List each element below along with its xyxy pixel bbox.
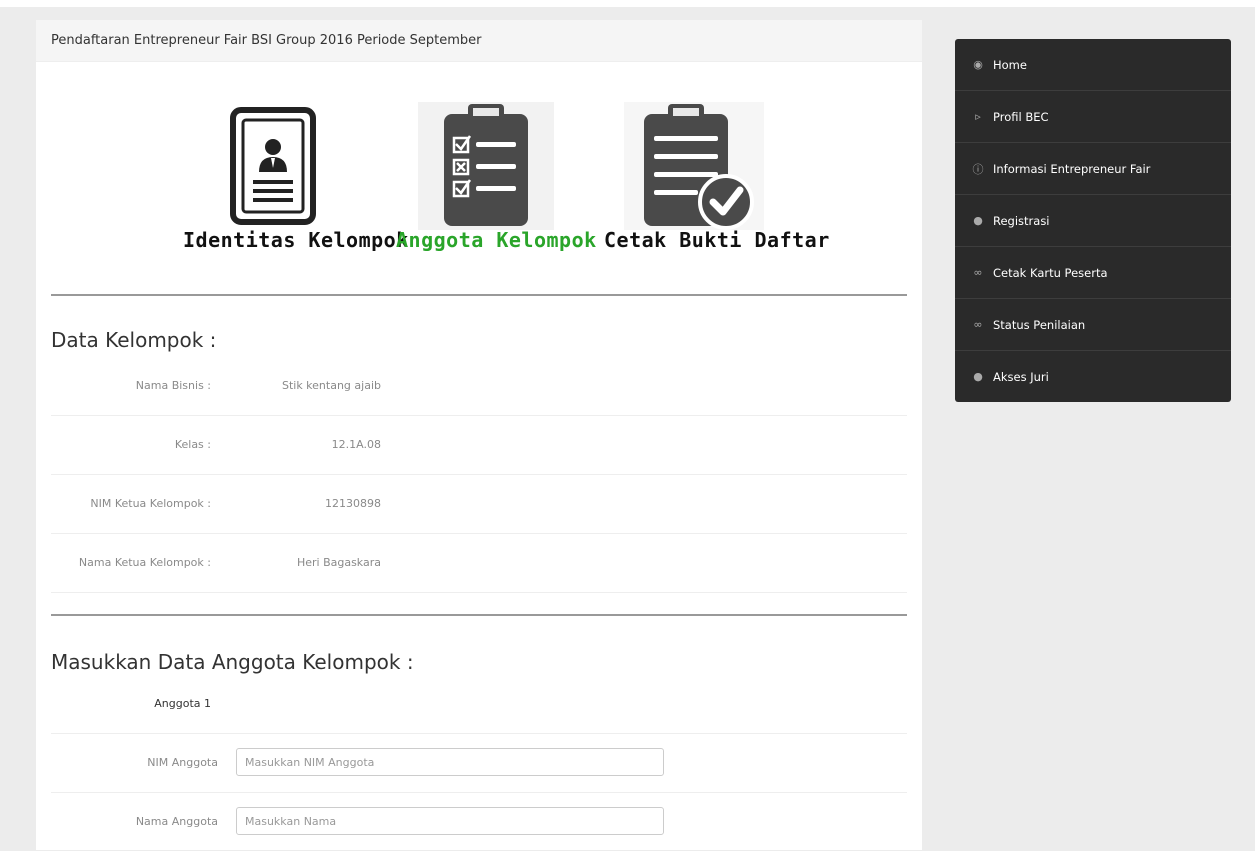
data-row-value: Stik kentang ajaib bbox=[281, 379, 381, 392]
sidebar-item-cetak-kartu[interactable]: ∞ Cetak Kartu Peserta bbox=[955, 247, 1231, 299]
data-kelompok-title: Data Kelompok : bbox=[51, 328, 217, 352]
step-label-anggota: Anggota Kelompok bbox=[396, 228, 597, 252]
nama-anggota-row: Nama Anggota bbox=[51, 792, 907, 851]
data-row-label: Kelas : bbox=[174, 438, 211, 451]
data-row: Nama Bisnis : Stik kentang ajaib bbox=[51, 357, 907, 416]
id-card-icon bbox=[230, 107, 316, 225]
nama-anggota-input[interactable] bbox=[236, 807, 664, 835]
sidebar-item-label: Home bbox=[993, 57, 1027, 72]
sidebar-item-label: Akses Juri bbox=[993, 369, 1049, 384]
step-identitas[interactable]: Identitas Kelompok bbox=[183, 102, 409, 252]
anggota-section-title: Masukkan Data Anggota Kelompok : bbox=[51, 650, 414, 674]
checklist-icon bbox=[418, 102, 554, 230]
sidebar-item-label: Registrasi bbox=[993, 213, 1050, 228]
nim-anggota-label: NIM Anggota bbox=[147, 756, 218, 769]
data-row-value: 12130898 bbox=[325, 497, 381, 510]
sidebar-item-label: Profil BEC bbox=[993, 109, 1049, 124]
sidebar-item-home[interactable]: ◉ Home bbox=[955, 39, 1231, 91]
nim-anggota-row: NIM Anggota bbox=[51, 733, 907, 792]
bullhorn-icon: ▹ bbox=[975, 110, 981, 123]
sidebar-nav: ◉ Home ▹ Profil BEC ⓘ Informasi Entrepre… bbox=[955, 39, 1231, 402]
step-cetak[interactable]: Cetak Bukti Daftar bbox=[604, 102, 830, 252]
sidebar-item-akses-juri[interactable]: ● Akses Juri bbox=[955, 351, 1231, 402]
data-row-value: 12.1A.08 bbox=[331, 438, 381, 451]
dashboard-icon: ◉ bbox=[973, 58, 983, 71]
panel-title: Pendaftaran Entrepreneur Fair BSI Group … bbox=[36, 20, 922, 62]
data-row-label: Nama Bisnis : bbox=[135, 379, 211, 392]
registration-panel: Pendaftaran Entrepreneur Fair BSI Group … bbox=[36, 20, 922, 850]
data-row: NIM Ketua Kelompok : 12130898 bbox=[51, 475, 907, 534]
sidebar-item-label: Informasi Entrepreneur Fair bbox=[993, 161, 1151, 176]
user-icon: ● bbox=[973, 214, 983, 227]
data-row: Kelas : 12.1A.08 bbox=[51, 416, 907, 475]
sidebar-item-profil-bec[interactable]: ▹ Profil BEC bbox=[955, 91, 1231, 143]
data-row-label: Nama Ketua Kelompok : bbox=[78, 556, 211, 569]
section-divider bbox=[51, 294, 907, 296]
top-strip bbox=[0, 0, 1255, 7]
step-label-cetak: Cetak Bukti Daftar bbox=[604, 228, 830, 252]
link-icon: ∞ bbox=[973, 318, 983, 331]
user-icon: ● bbox=[973, 370, 983, 383]
nim-anggota-input[interactable] bbox=[236, 748, 664, 776]
sidebar-item-status-penilaian[interactable]: ∞ Status Penilaian bbox=[955, 299, 1231, 351]
data-row-value: Heri Bagaskara bbox=[296, 556, 381, 569]
sidebar-item-label: Cetak Kartu Peserta bbox=[993, 265, 1108, 280]
data-row-label: NIM Ketua Kelompok : bbox=[90, 497, 211, 510]
print-proof-icon bbox=[624, 102, 764, 230]
anggota-header: Anggota 1 bbox=[154, 697, 211, 710]
nama-anggota-label: Nama Anggota bbox=[135, 815, 218, 828]
data-row: Nama Ketua Kelompok : Heri Bagaskara bbox=[51, 534, 907, 593]
step-anggota[interactable]: Anggota Kelompok bbox=[396, 102, 597, 252]
link-icon: ∞ bbox=[973, 266, 983, 279]
step-indicator: Identitas Kelompok Anggota Kelompok Ceta… bbox=[36, 62, 922, 294]
section-divider bbox=[51, 614, 907, 616]
sidebar-item-registrasi[interactable]: ● Registrasi bbox=[955, 195, 1231, 247]
sidebar-item-label: Status Penilaian bbox=[993, 317, 1086, 332]
info-icon: ⓘ bbox=[972, 162, 984, 176]
sidebar-item-informasi[interactable]: ⓘ Informasi Entrepreneur Fair bbox=[955, 143, 1231, 195]
step-label-identitas: Identitas Kelompok bbox=[183, 228, 409, 252]
